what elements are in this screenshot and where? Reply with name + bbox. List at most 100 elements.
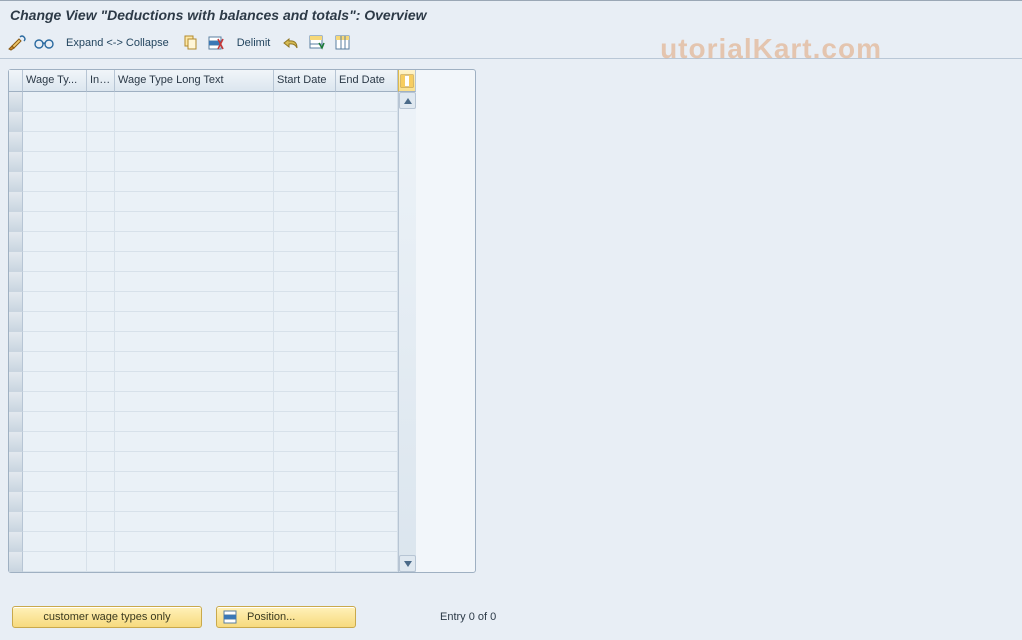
table-cell[interactable]: [336, 452, 398, 472]
table-cell[interactable]: [115, 552, 274, 572]
table-cell[interactable]: [115, 512, 274, 532]
table-cell[interactable]: [274, 372, 336, 392]
table-cell[interactable]: [274, 132, 336, 152]
table-cell[interactable]: [336, 172, 398, 192]
table-cell[interactable]: [274, 552, 336, 572]
table-cell[interactable]: [115, 452, 274, 472]
expand-collapse-button[interactable]: Expand <-> Collapse: [62, 37, 173, 49]
table-cell[interactable]: [87, 212, 115, 232]
table-cell[interactable]: [115, 432, 274, 452]
table-cell[interactable]: [336, 292, 398, 312]
row-selector[interactable]: [9, 352, 23, 372]
table-cell[interactable]: [274, 392, 336, 412]
table-cell[interactable]: [23, 352, 87, 372]
position-button[interactable]: Position...: [216, 606, 356, 628]
table-cell[interactable]: [274, 112, 336, 132]
table-cell[interactable]: [115, 292, 274, 312]
table-cell[interactable]: [23, 232, 87, 252]
table-cell[interactable]: [87, 172, 115, 192]
glasses-icon[interactable]: [34, 34, 54, 52]
table-cell[interactable]: [23, 132, 87, 152]
row-selector[interactable]: [9, 332, 23, 352]
row-selector[interactable]: [9, 432, 23, 452]
col-wage-type[interactable]: Wage Ty...: [23, 70, 87, 92]
row-selector[interactable]: [9, 532, 23, 552]
table-cell[interactable]: [87, 432, 115, 452]
table-cell[interactable]: [115, 272, 274, 292]
table-cell[interactable]: [87, 332, 115, 352]
table-cell[interactable]: [23, 412, 87, 432]
table-cell[interactable]: [115, 232, 274, 252]
row-selector[interactable]: [9, 112, 23, 132]
table-cell[interactable]: [336, 232, 398, 252]
col-wage-type-long[interactable]: Wage Type Long Text: [115, 70, 274, 92]
table-cell[interactable]: [274, 292, 336, 312]
table-cell[interactable]: [87, 112, 115, 132]
table-cell[interactable]: [274, 452, 336, 472]
pencil-toggle-icon[interactable]: [8, 34, 26, 52]
row-selector[interactable]: [9, 312, 23, 332]
table-cell[interactable]: [87, 192, 115, 212]
table-cell[interactable]: [87, 452, 115, 472]
table-cell[interactable]: [336, 332, 398, 352]
table-cell[interactable]: [23, 252, 87, 272]
row-selector-header[interactable]: [9, 70, 23, 92]
table-cell[interactable]: [274, 212, 336, 232]
table-cell[interactable]: [87, 472, 115, 492]
table-cell[interactable]: [336, 472, 398, 492]
table-cell[interactable]: [23, 432, 87, 452]
table-cell[interactable]: [23, 452, 87, 472]
table-cell[interactable]: [336, 112, 398, 132]
table-cell[interactable]: [23, 172, 87, 192]
table-cell[interactable]: [274, 92, 336, 112]
table-cell[interactable]: [23, 212, 87, 232]
table-cell[interactable]: [336, 552, 398, 572]
row-selector[interactable]: [9, 152, 23, 172]
table-cell[interactable]: [115, 372, 274, 392]
table-cell[interactable]: [115, 472, 274, 492]
table-cell[interactable]: [87, 252, 115, 272]
table-cell[interactable]: [115, 152, 274, 172]
row-selector[interactable]: [9, 512, 23, 532]
table-cell[interactable]: [336, 92, 398, 112]
table-cell[interactable]: [115, 112, 274, 132]
table-cell[interactable]: [336, 532, 398, 552]
vertical-scrollbar[interactable]: [398, 92, 416, 572]
configure-columns-icon[interactable]: [398, 70, 416, 92]
table-cell[interactable]: [23, 392, 87, 412]
table-cell[interactable]: [115, 212, 274, 232]
table-cell[interactable]: [115, 92, 274, 112]
table-cell[interactable]: [115, 352, 274, 372]
table-cell[interactable]: [274, 352, 336, 372]
undo-icon[interactable]: [282, 34, 300, 52]
table-cell[interactable]: [336, 312, 398, 332]
table-cell[interactable]: [336, 152, 398, 172]
table-cell[interactable]: [115, 392, 274, 412]
row-selector[interactable]: [9, 452, 23, 472]
table-cell[interactable]: [115, 172, 274, 192]
scroll-down-icon[interactable]: [399, 555, 416, 572]
table-cell[interactable]: [336, 212, 398, 232]
row-selector[interactable]: [9, 192, 23, 212]
table-cell[interactable]: [115, 312, 274, 332]
table-cell[interactable]: [23, 492, 87, 512]
table-cell[interactable]: [336, 432, 398, 452]
copy-icon[interactable]: [181, 34, 199, 52]
col-end-date[interactable]: End Date: [336, 70, 398, 92]
table-cell[interactable]: [87, 512, 115, 532]
table-cell[interactable]: [274, 172, 336, 192]
table-cell[interactable]: [87, 272, 115, 292]
row-selector[interactable]: [9, 92, 23, 112]
table-cell[interactable]: [336, 192, 398, 212]
row-selector[interactable]: [9, 292, 23, 312]
table-cell[interactable]: [23, 552, 87, 572]
table-cell[interactable]: [23, 512, 87, 532]
select-all-icon[interactable]: [308, 34, 326, 52]
delimit-button[interactable]: Delimit: [233, 37, 275, 49]
row-selector[interactable]: [9, 272, 23, 292]
table-cell[interactable]: [115, 192, 274, 212]
table-cell[interactable]: [336, 372, 398, 392]
table-cell[interactable]: [115, 332, 274, 352]
table-cell[interactable]: [87, 532, 115, 552]
table-cell[interactable]: [274, 512, 336, 532]
